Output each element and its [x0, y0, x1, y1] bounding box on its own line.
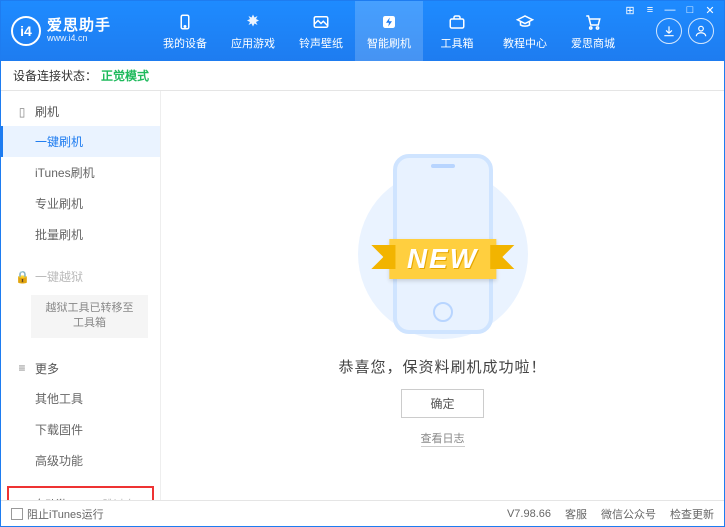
main-content: NEW 恭喜您，保资料刷机成功啦！ 确定 查看日志: [161, 91, 724, 500]
footer-link-wechat[interactable]: 微信公众号: [601, 506, 656, 522]
footer-link-support[interactable]: 客服: [565, 506, 587, 522]
nav-my-device[interactable]: 我的设备: [151, 1, 219, 61]
sidebar: ▯刷机 一键刷机 iTunes刷机 专业刷机 批量刷机 🔒一键越狱 越狱工具已转…: [1, 91, 161, 500]
sidebar-group-flash[interactable]: ▯刷机: [1, 97, 160, 126]
status-mode: 正觉模式: [101, 67, 149, 84]
ok-button[interactable]: 确定: [401, 389, 483, 418]
footer: 阻止iTunes运行 V7.98.66 客服 微信公众号 检查更新: [1, 500, 724, 526]
success-message: 恭喜您，保资料刷机成功啦！: [338, 356, 546, 377]
sidebar-item-other-tools[interactable]: 其他工具: [1, 383, 160, 414]
flash-icon: [379, 12, 399, 32]
nav-apps-games[interactable]: 应用游戏: [219, 1, 287, 61]
success-illustration: NEW: [348, 144, 538, 344]
topnav: 我的设备 应用游戏 铃声壁纸 智能刷机 工具箱 教程中心 爱思商城: [151, 1, 656, 61]
nav-tutorials[interactable]: 教程中心: [491, 1, 559, 61]
sidebar-item-download-firmware[interactable]: 下载固件: [1, 414, 160, 445]
sidebar-item-pro-flash[interactable]: 专业刷机: [1, 188, 160, 219]
lock-icon: 🔒: [15, 270, 29, 284]
header: i4 爱思助手 www.i4.cn 我的设备 应用游戏 铃声壁纸 智能刷机 工具…: [1, 1, 724, 61]
flash-options: 自动激活 跳过向导: [7, 486, 154, 500]
apps-icon: [243, 12, 263, 32]
sidebar-group-jailbreak[interactable]: 🔒一键越狱: [1, 262, 160, 291]
checkbox-block-itunes[interactable]: 阻止iTunes运行: [11, 506, 104, 522]
user-button[interactable]: [688, 18, 714, 44]
device-icon: [175, 12, 195, 32]
education-icon: [515, 12, 535, 32]
toolbox-icon: [447, 12, 467, 32]
nav-ringtones[interactable]: 铃声壁纸: [287, 1, 355, 61]
jailbreak-moved-note: 越狱工具已转移至 工具箱: [31, 295, 148, 338]
cart-icon: [583, 12, 603, 32]
sidebar-group-more[interactable]: ≡更多: [1, 354, 160, 383]
sidebar-item-itunes-flash[interactable]: iTunes刷机: [1, 157, 160, 188]
status-label: 设备连接状态：: [13, 67, 97, 84]
status-bar: 设备连接状态： 正觉模式: [1, 61, 724, 91]
version-label: V7.98.66: [507, 508, 551, 520]
phone-icon: ▯: [15, 105, 29, 119]
logo-icon: i4: [11, 16, 41, 46]
image-icon: [311, 12, 331, 32]
footer-link-update[interactable]: 检查更新: [670, 506, 714, 522]
download-button[interactable]: [656, 18, 682, 44]
close-icon[interactable]: ✕: [703, 4, 717, 17]
logo: i4 爱思助手 www.i4.cn: [11, 16, 151, 46]
brand-name: 爱思助手: [47, 18, 111, 35]
nav-toolbox[interactable]: 工具箱: [423, 1, 491, 61]
new-ribbon: NEW: [389, 239, 496, 279]
sidebar-item-oneclick-flash[interactable]: 一键刷机: [1, 126, 160, 157]
nav-smart-flash[interactable]: 智能刷机: [355, 1, 423, 61]
maximize-icon[interactable]: □: [683, 4, 697, 17]
brand-url: www.i4.cn: [47, 34, 111, 44]
view-log-link[interactable]: 查看日志: [421, 430, 465, 447]
nav-store[interactable]: 爱思商城: [559, 1, 627, 61]
minimize-icon[interactable]: —: [663, 4, 677, 17]
menu-icon[interactable]: ≡: [643, 4, 657, 17]
pin-icon[interactable]: ⊞: [623, 4, 637, 17]
sidebar-item-advanced[interactable]: 高级功能: [1, 445, 160, 476]
sidebar-item-batch-flash[interactable]: 批量刷机: [1, 219, 160, 250]
more-icon: ≡: [15, 361, 29, 375]
